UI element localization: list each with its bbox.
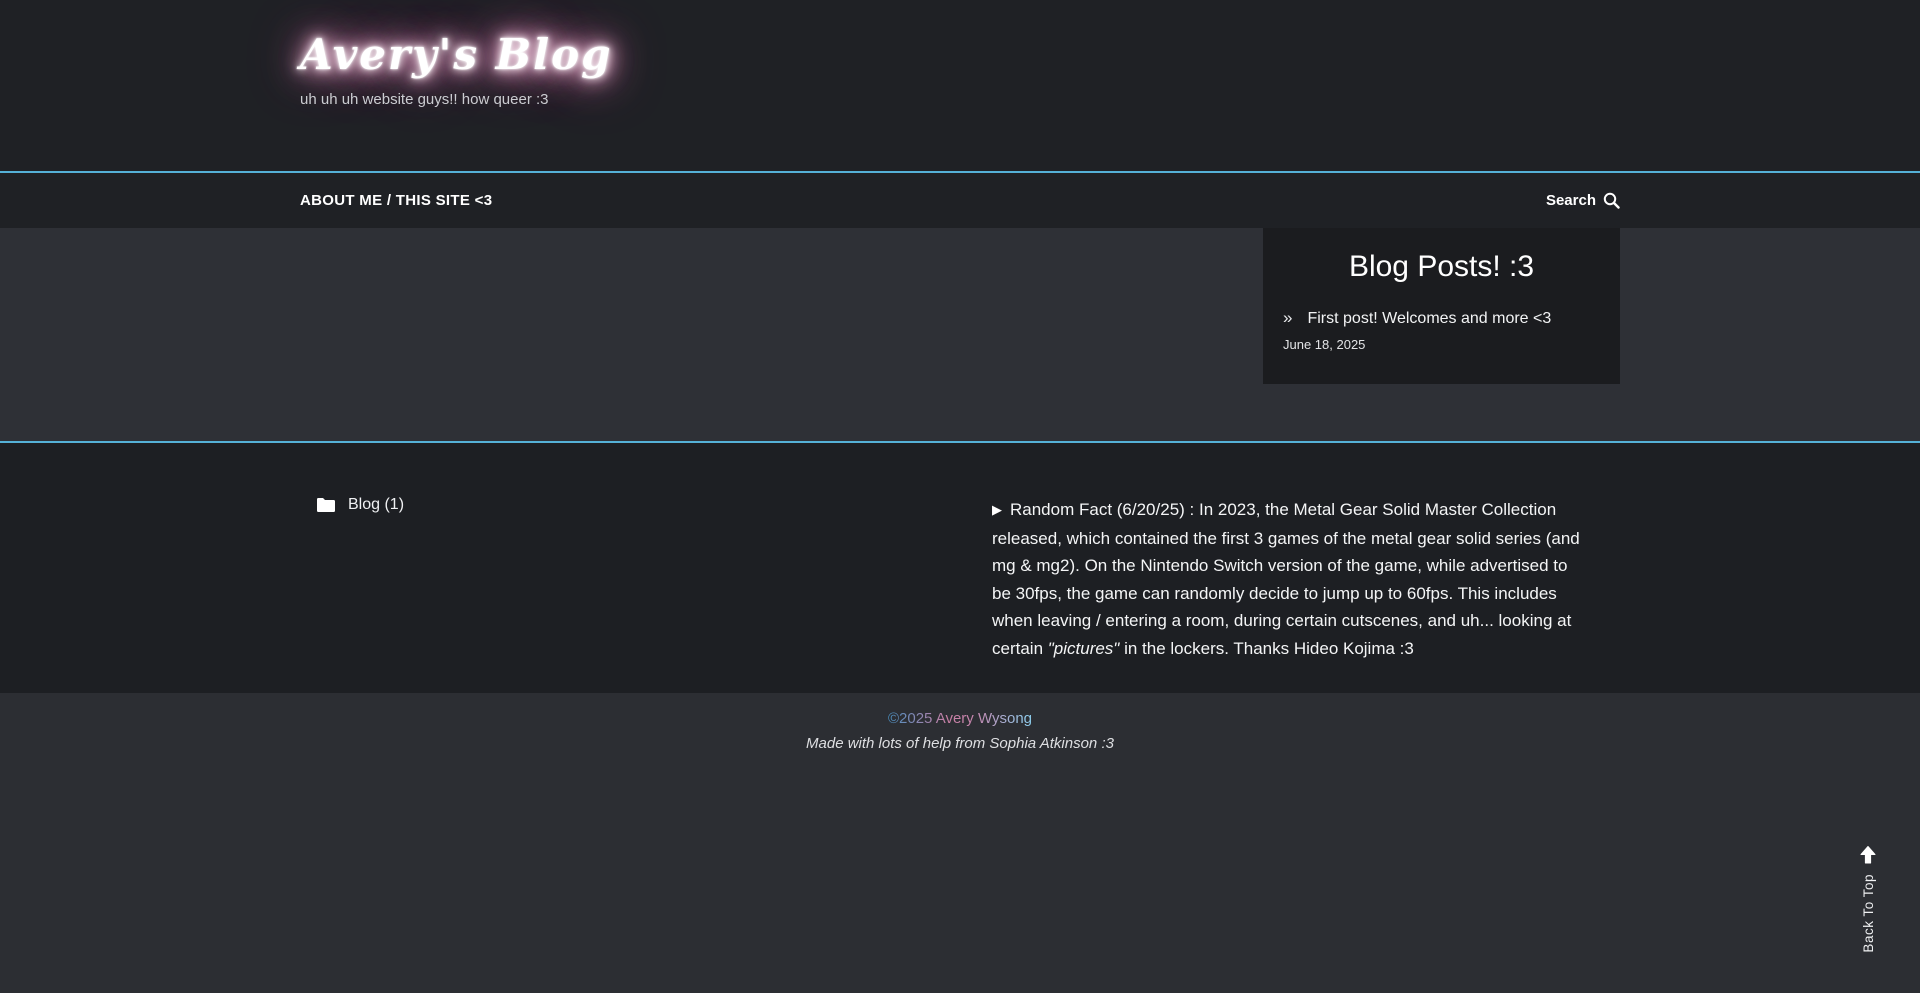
copyright-link[interactable]: ©2025 Avery Wysong bbox=[888, 710, 1032, 727]
folder-icon bbox=[316, 497, 336, 513]
search-button[interactable]: Search bbox=[1546, 192, 1620, 209]
post-link[interactable]: First post! Welcomes and more <3 bbox=[1307, 310, 1551, 328]
back-to-top-button[interactable]: Back To Top bbox=[1858, 845, 1878, 953]
category-item-blog[interactable]: Blog (1) bbox=[316, 496, 404, 514]
random-fact-widget: ▶Random Fact (6/20/25) : In 2023, the Me… bbox=[992, 496, 1587, 662]
site-info: ©2025 Avery Wysong Made with lots of hel… bbox=[0, 693, 1920, 993]
category-link[interactable]: Blog (1) bbox=[348, 496, 404, 514]
blog-posts-panel: Blog Posts! :3 » First post! Welcomes an… bbox=[1263, 228, 1620, 384]
random-fact-text: ▶Random Fact (6/20/25) : In 2023, the Me… bbox=[992, 496, 1587, 662]
back-to-top-label: Back To Top bbox=[1861, 874, 1876, 953]
site-title[interactable]: Avery's Blog bbox=[300, 30, 613, 79]
site-header: Avery's Blog uh uh uh website guys!! how… bbox=[0, 0, 1920, 171]
search-icon bbox=[1603, 192, 1620, 209]
panel-title: Blog Posts! :3 bbox=[1283, 250, 1600, 284]
up-arrow-icon bbox=[1858, 845, 1878, 865]
fact-text-after: in the lockers. Thanks Hideo Kojima :3 bbox=[1119, 639, 1414, 658]
main-content-area: Blog Posts! :3 » First post! Welcomes an… bbox=[0, 228, 1920, 441]
search-label: Search bbox=[1546, 192, 1596, 209]
footer-widgets: Blog (1) ▶Random Fact (6/20/25) : In 202… bbox=[0, 441, 1920, 693]
double-chevron-icon: » bbox=[1283, 308, 1292, 328]
categories-widget: Blog (1) bbox=[316, 496, 404, 662]
fact-text-before: Random Fact (6/20/25) : In 2023, the Met… bbox=[992, 500, 1580, 658]
site-tagline: uh uh uh website guys!! how queer :3 bbox=[300, 91, 1620, 108]
nav-item-about-me[interactable]: ABOUT ME / THIS SITE <3 bbox=[300, 192, 492, 209]
fact-text-italic: "pictures" bbox=[1048, 639, 1120, 658]
disclosure-triangle-icon[interactable]: ▶ bbox=[992, 502, 1002, 517]
list-item[interactable]: » First post! Welcomes and more <3 bbox=[1283, 308, 1600, 328]
main-nav: ABOUT ME / THIS SITE <3 Search bbox=[0, 171, 1920, 228]
credit-line: Made with lots of help from Sophia Atkin… bbox=[0, 735, 1920, 752]
post-date: June 18, 2025 bbox=[1283, 337, 1600, 352]
